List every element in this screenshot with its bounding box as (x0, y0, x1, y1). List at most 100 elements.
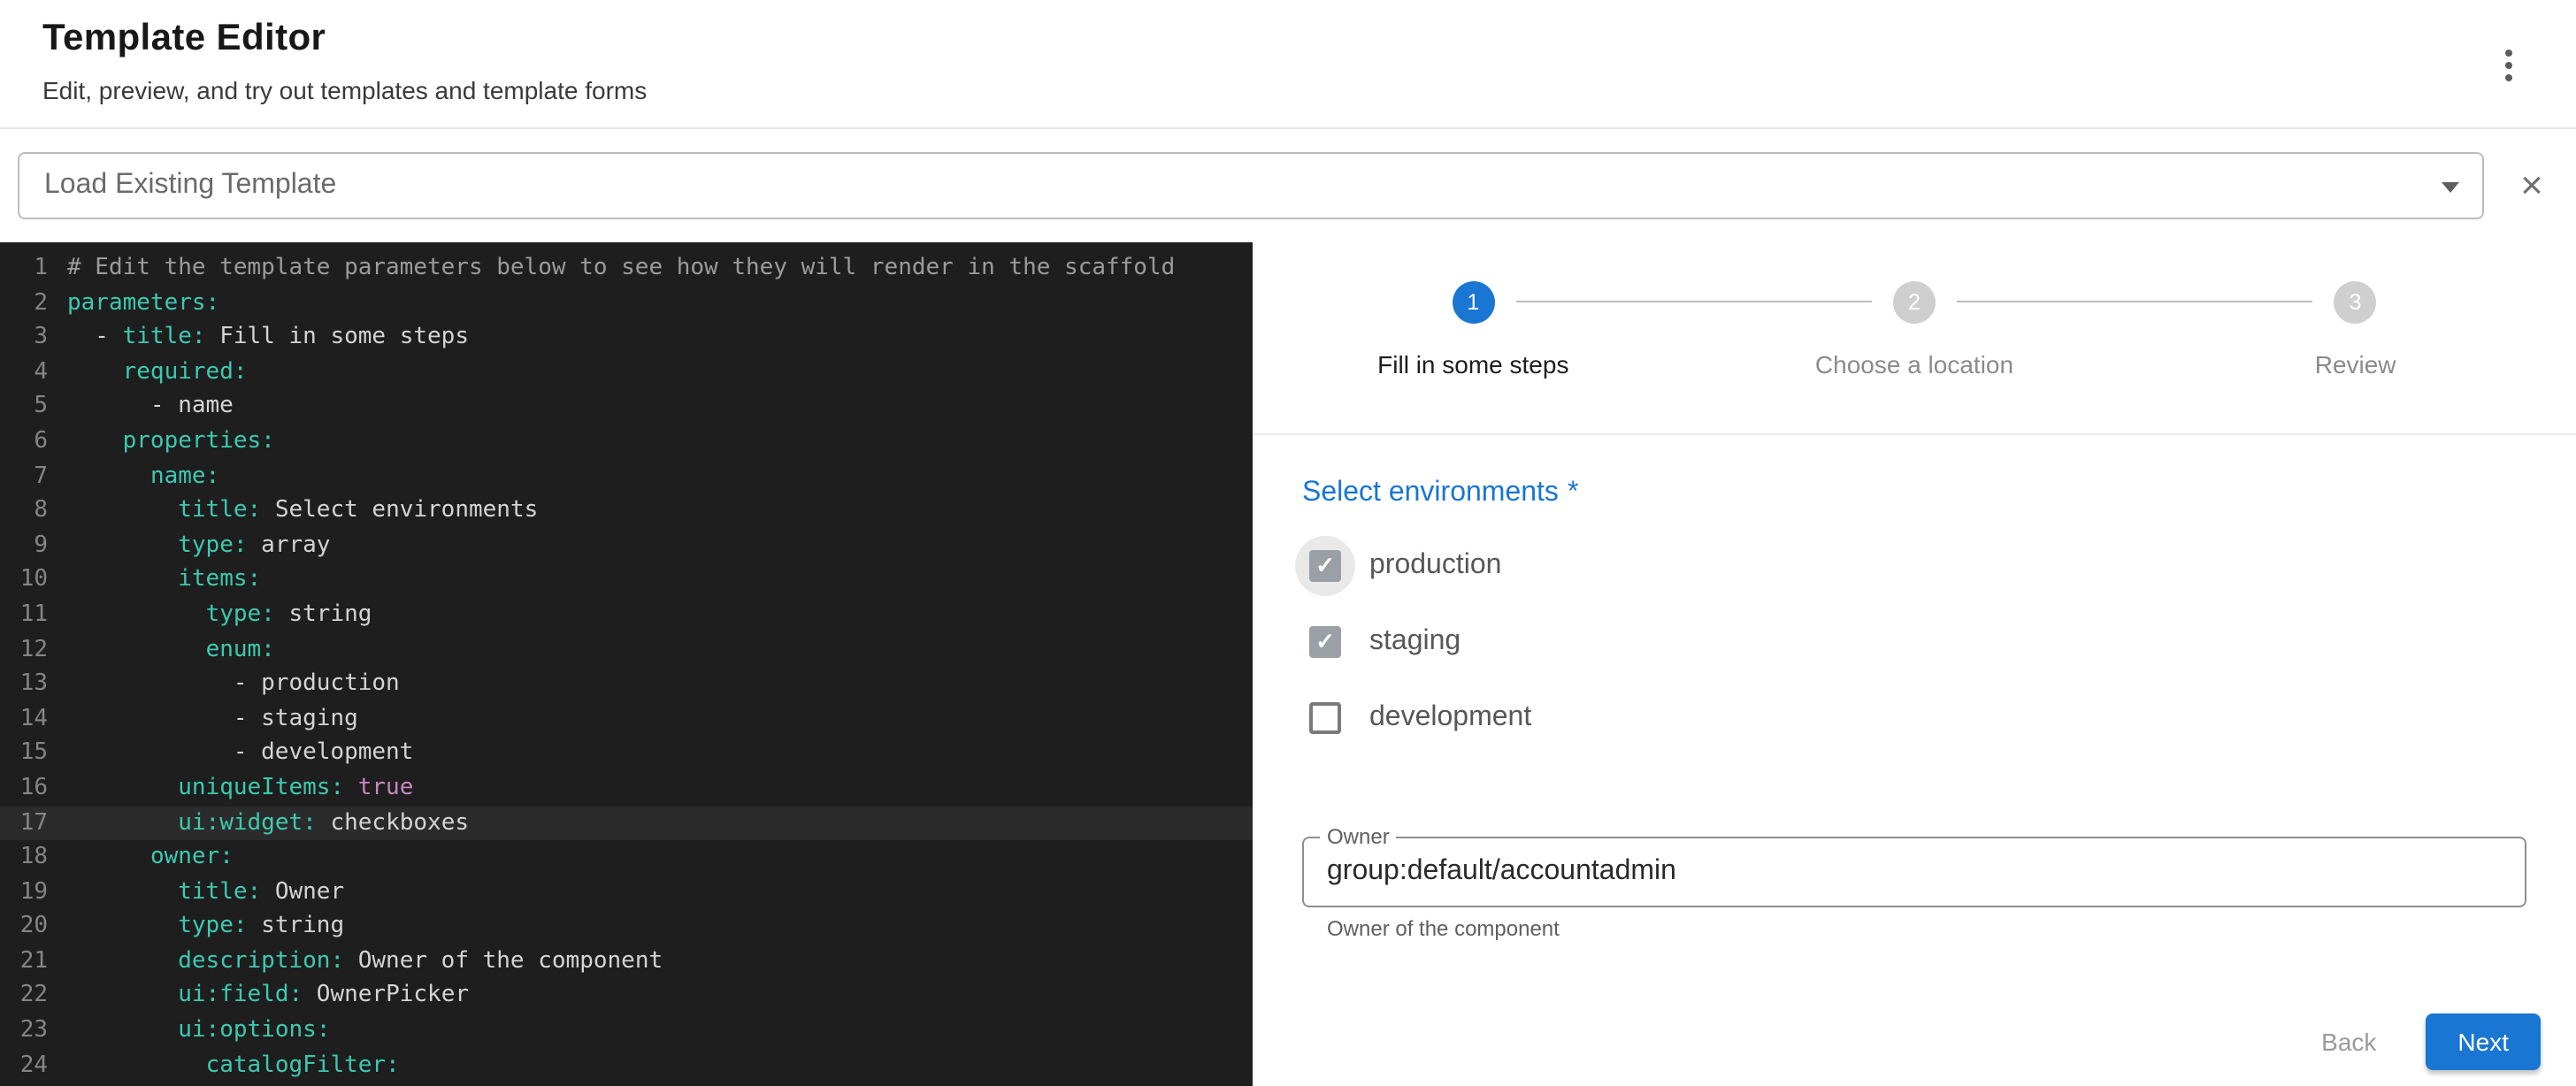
line-code: - staging (48, 701, 358, 736)
code-line: 7 name: (0, 459, 1253, 493)
line-number: 21 (0, 945, 48, 979)
line-code: name: (48, 459, 219, 493)
environment-option[interactable]: ✓ production (1302, 527, 2526, 603)
code-line: 10 items: (0, 563, 1253, 598)
steps-row: 1 Fill in some steps 2 Choose a location… (1253, 281, 2576, 379)
environments-field-label: Select environments* (1302, 478, 2526, 509)
line-number: 1 (0, 251, 48, 286)
back-button[interactable]: Back (2304, 1015, 2394, 1068)
code-line: 5 - name (0, 390, 1253, 424)
page-subtitle: Edit, preview, and try out templates and… (42, 76, 2534, 104)
code-line: 8 title: Select environments (0, 493, 1253, 528)
line-code: type: string (48, 910, 344, 945)
line-code: description: Owner of the component (48, 945, 663, 979)
line-number: 15 (0, 737, 48, 771)
step-label: Choose a location (1694, 350, 2135, 379)
line-code: - title: Fill in some steps (48, 320, 469, 355)
line-number: 6 (0, 424, 48, 459)
stepper-step: 3 Review (2135, 281, 2576, 379)
line-number: 13 (0, 667, 48, 701)
environment-option[interactable]: ✓ staging (1302, 603, 2526, 679)
line-number: 14 (0, 701, 48, 736)
owner-input-value: group:default/accountadmin (1327, 856, 1676, 888)
page-title: Template Editor (42, 18, 2534, 60)
line-number: 2 (0, 286, 48, 320)
code-line: 17 ui:widget: checkboxes (0, 806, 1253, 840)
code-line: 23 ui:options: (0, 1013, 1253, 1048)
line-code: properties: (48, 424, 275, 459)
code-line: 21 description: Owner of the component (0, 945, 1253, 979)
code-line: 24 catalogFilter: (0, 1048, 1253, 1082)
required-asterisk: * (1568, 478, 1578, 508)
code-line: 11 type: string (0, 598, 1253, 632)
line-code: uniqueItems: true (48, 771, 413, 806)
line-code: title: Select environments (48, 493, 538, 528)
line-code: # Edit the template parameters below to … (48, 251, 1175, 286)
line-code: ui:widget: checkboxes (48, 806, 469, 840)
line-number: 23 (0, 1013, 48, 1048)
line-number: 4 (0, 356, 48, 390)
next-button[interactable]: Next (2426, 1013, 2541, 1070)
step-connector (1515, 301, 1872, 302)
line-number: 20 (0, 910, 48, 945)
code-line: 15 - development (0, 737, 1253, 771)
code-line: 16 uniqueItems: true (0, 771, 1253, 806)
close-icon[interactable]: × (2505, 159, 2558, 212)
code-line: 22 ui:field: OwnerPicker (0, 979, 1253, 1013)
checkbox-icon[interactable] (1309, 701, 1341, 733)
owner-field-group: group:default/accountadmin Owner Owner o… (1302, 837, 2526, 941)
line-number: 24 (0, 1048, 48, 1082)
load-template-select-value: Load Existing Template (44, 170, 336, 202)
code-line: 14 - staging (0, 701, 1253, 736)
code-line: 18 owner: (0, 840, 1253, 875)
line-code: - production (48, 667, 400, 701)
yaml-code-editor[interactable]: 1 # Edit the template parameters below t… (0, 242, 1253, 1086)
code-line: 9 type: array (0, 529, 1253, 563)
checkbox-ripple: ✓ (1295, 535, 1355, 595)
stepper: 1 Fill in some steps 2 Choose a location… (1253, 242, 2576, 435)
owner-input-label: Owner (1320, 824, 1397, 849)
step-number-badge: 2 (1893, 281, 1936, 324)
line-number: 7 (0, 459, 48, 493)
line-code: - development (48, 737, 413, 771)
code-line: 20 type: string (0, 910, 1253, 945)
line-number: 3 (0, 320, 48, 355)
step-label: Fill in some steps (1253, 350, 1694, 379)
code-line: 4 required: (0, 356, 1253, 390)
code-lines: 1 # Edit the template parameters below t… (0, 251, 1253, 1083)
line-code: ui:field: OwnerPicker (48, 979, 469, 1013)
line-code: ui:options: (48, 1013, 330, 1048)
owner-input[interactable]: group:default/accountadmin (1302, 837, 2526, 907)
checkbox-icon[interactable]: ✓ (1309, 625, 1341, 657)
template-editor-page: Template Editor Edit, preview, and try o… (0, 0, 2576, 1086)
checkbox-label: production (1369, 549, 1501, 581)
step-connector (1957, 301, 2313, 302)
line-number: 22 (0, 979, 48, 1013)
stepper-step: 1 Fill in some steps (1253, 281, 1694, 379)
checkbox-ripple (1295, 687, 1355, 747)
kebab-menu-icon[interactable] (2491, 46, 2526, 85)
load-template-select[interactable]: Load Existing Template (18, 152, 2484, 219)
line-code: items: (48, 563, 261, 598)
line-number: 17 (0, 806, 48, 840)
line-number: 5 (0, 390, 48, 424)
checkbox-ripple: ✓ (1295, 611, 1355, 671)
owner-helper-text: Owner of the component (1327, 916, 2526, 941)
line-code: type: array (48, 529, 330, 563)
step-number-badge: 1 (1452, 281, 1494, 324)
code-line: 1 # Edit the template parameters below t… (0, 251, 1253, 286)
code-line: 3 - title: Fill in some steps (0, 320, 1253, 355)
code-line: 13 - production (0, 667, 1253, 701)
environment-option[interactable]: development (1302, 679, 2526, 755)
line-code: catalogFilter: (48, 1048, 400, 1082)
step-number-badge: 3 (2334, 281, 2377, 324)
checkbox-icon[interactable]: ✓ (1309, 549, 1341, 581)
checkbox-label: staging (1369, 625, 1460, 657)
line-number: 9 (0, 529, 48, 563)
line-number: 12 (0, 632, 48, 667)
template-loader-row: Load Existing Template × (0, 129, 2576, 242)
line-code: - name (48, 390, 234, 424)
line-code: enum: (48, 632, 275, 667)
line-number: 11 (0, 598, 48, 632)
environment-options: ✓ production ✓ staging development (1302, 527, 2526, 755)
